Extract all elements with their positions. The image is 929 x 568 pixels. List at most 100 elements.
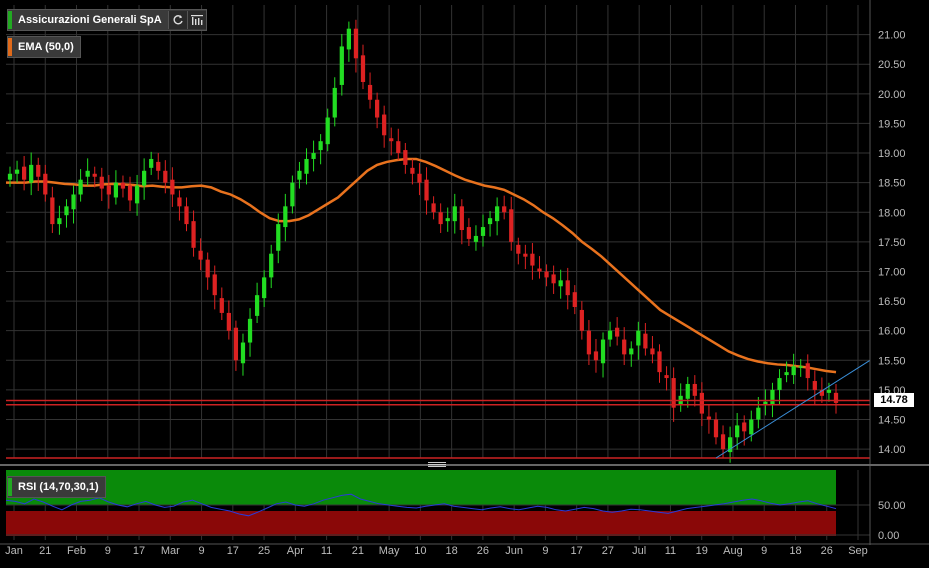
candle-body	[85, 170, 90, 177]
candle-body	[650, 348, 655, 355]
time-tick-label: 9	[198, 545, 204, 557]
candle-body	[459, 206, 464, 231]
pane-splitter-handle[interactable]	[428, 461, 446, 467]
candle-body	[339, 46, 344, 85]
time-tick-label: 18	[789, 545, 801, 557]
candle-body	[219, 298, 224, 313]
candle-body	[544, 271, 549, 278]
price-tick-label: 17.00	[878, 266, 906, 278]
rsi-swatch	[8, 478, 12, 496]
candle-body	[579, 309, 584, 331]
candle-body	[586, 330, 592, 355]
candle-body	[36, 164, 41, 177]
candle-body	[664, 375, 669, 379]
stock-chart[interactable]: 14.0014.5015.0015.5016.0016.5017.0017.50…	[0, 0, 929, 568]
instrument-swatch	[8, 11, 12, 29]
candle-body	[636, 330, 641, 346]
candle-body	[389, 138, 394, 142]
candle-body	[593, 351, 599, 361]
candle-body	[466, 227, 472, 239]
candle-body	[685, 383, 690, 399]
candle-body	[205, 259, 210, 278]
time-tick-label: Jun	[505, 545, 523, 557]
candle-body	[403, 150, 408, 165]
time-tick-label: Feb	[67, 545, 86, 557]
candle-body	[113, 182, 119, 198]
candle-body	[452, 206, 457, 222]
candle-body	[615, 327, 620, 337]
time-tick-label: 10	[414, 545, 426, 557]
candle-body	[833, 392, 839, 403]
candle-body	[353, 28, 359, 59]
ema-legend[interactable]: EMA (50,0)	[7, 36, 81, 58]
rsi-label: RSI (14,70,30,1)	[18, 481, 99, 493]
rsi-tick-label: 0.00	[878, 530, 899, 542]
candle-body	[410, 167, 415, 174]
time-tick-label: Mar	[161, 545, 180, 557]
candle-body	[495, 206, 500, 222]
candle-body	[297, 170, 302, 180]
candle-body	[367, 84, 373, 100]
candle-body	[629, 348, 634, 355]
candle-body	[791, 366, 796, 376]
candle-body	[57, 218, 62, 225]
instrument-name: Assicurazioni Generali SpA	[18, 14, 162, 26]
candle-body	[537, 268, 542, 272]
candle-body	[191, 221, 196, 248]
candle-body	[530, 253, 535, 266]
candle-body	[396, 141, 401, 154]
price-tick-label: 18.50	[878, 178, 906, 190]
candle-body	[262, 277, 267, 299]
rsi-legend[interactable]: RSI (14,70,30,1)	[7, 476, 106, 498]
candle-body	[120, 182, 126, 189]
candle-body	[692, 383, 697, 396]
candle-body	[283, 206, 288, 228]
time-tick-label: 17	[133, 545, 145, 557]
candle-body	[473, 235, 479, 242]
candle-body	[290, 182, 295, 207]
time-tick-label: 17	[227, 545, 239, 557]
candle-body	[438, 212, 443, 225]
candle-body	[212, 274, 217, 296]
candle-body	[713, 419, 719, 438]
candle-body	[523, 253, 528, 257]
refresh-icon[interactable]	[167, 11, 187, 29]
candle-body	[142, 170, 147, 186]
candle-body	[198, 250, 203, 260]
candle-body	[247, 318, 253, 343]
price-tick-label: 20.50	[878, 59, 906, 71]
candle-body	[502, 206, 507, 213]
candle-body	[14, 169, 20, 174]
candle-body	[184, 206, 189, 225]
rsi-overbought-zone	[6, 470, 836, 505]
candle-body	[424, 179, 429, 201]
candle-body	[318, 141, 323, 151]
candle-body	[643, 333, 648, 349]
time-tick-label: 9	[542, 545, 548, 557]
price-tick-label: 19.00	[878, 148, 906, 160]
candle-body	[509, 209, 514, 242]
time-tick-label: 25	[258, 545, 270, 557]
candle-body	[374, 99, 380, 118]
candle-body	[269, 253, 274, 278]
candle-body	[417, 173, 422, 183]
candle-body	[71, 194, 76, 210]
time-tick-label: 11	[665, 545, 676, 557]
candle-body	[332, 87, 337, 118]
candle-body	[742, 422, 747, 432]
candle-body	[805, 363, 810, 379]
price-tick-label: 14.00	[878, 444, 906, 456]
candle-body	[233, 327, 239, 361]
bar-chart-settings-icon[interactable]	[186, 11, 206, 29]
candle-body	[798, 366, 803, 368]
candle-body	[254, 295, 260, 316]
time-tick-label: 9	[761, 545, 767, 557]
candle-body	[565, 280, 570, 296]
candle-body	[445, 218, 450, 222]
price-tick-label: 16.00	[878, 326, 906, 338]
candle-body	[127, 185, 133, 201]
time-tick-label: 11	[321, 545, 332, 557]
candle-body	[177, 197, 182, 207]
instrument-legend[interactable]: Assicurazioni Generali SpA	[7, 9, 207, 31]
time-tick-label: 26	[477, 545, 489, 557]
